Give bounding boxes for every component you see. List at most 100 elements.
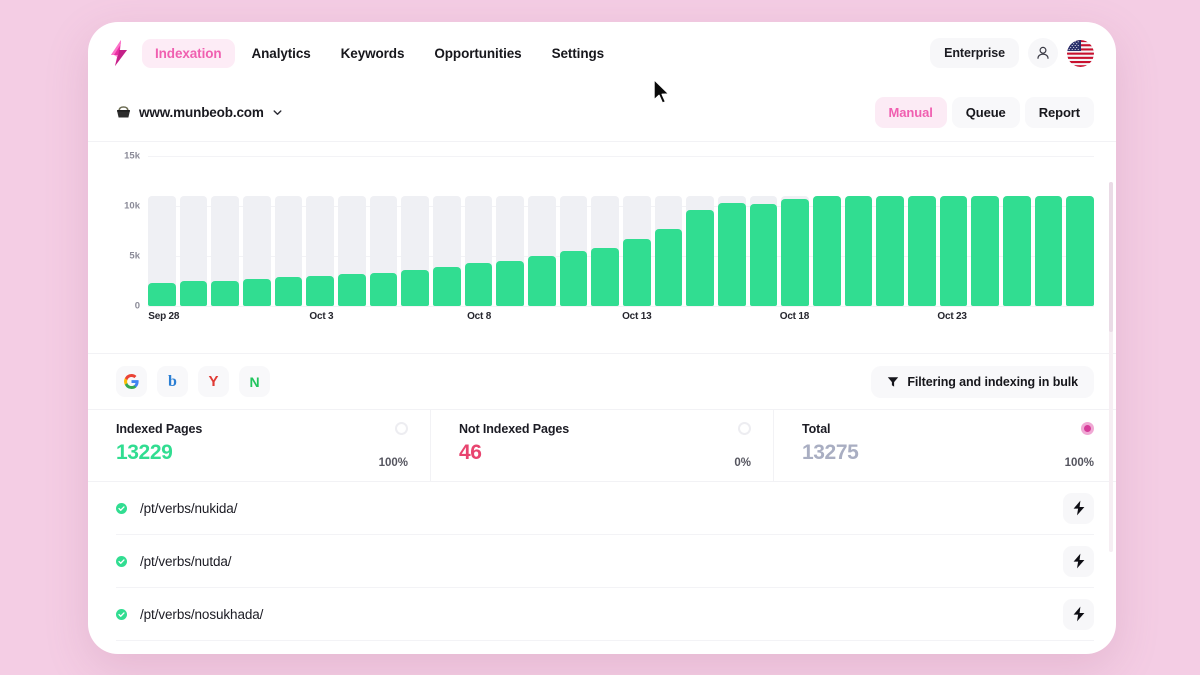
- stat-ring-indicator: [1081, 422, 1094, 435]
- chart-bar-indexed: [401, 270, 430, 306]
- engine-button-bing[interactable]: b: [157, 366, 188, 397]
- index-now-button[interactable]: [1063, 545, 1094, 577]
- view-button-manual[interactable]: Manual: [874, 97, 947, 128]
- chart-bar[interactable]: [686, 156, 715, 306]
- chart-gridline: [148, 306, 1094, 307]
- account-button[interactable]: [1028, 38, 1058, 68]
- table-row[interactable]: /pt/verbs/nosukhada/: [116, 588, 1094, 641]
- table-row[interactable]: /pt/verbs/nutda/: [116, 535, 1094, 588]
- chart-bar-indexed: [179, 281, 208, 306]
- chart-bar-indexed: [939, 196, 968, 306]
- chart-bar[interactable]: [306, 156, 335, 306]
- bulk-filter-button[interactable]: Filtering and indexing in bulk: [871, 365, 1094, 398]
- chart-bar[interactable]: [274, 156, 303, 306]
- scrollbar-thumb[interactable]: [1109, 182, 1113, 332]
- search-engine-filter-row: b Y N Filtering and indexing in bulk: [88, 354, 1116, 410]
- chart-bar[interactable]: [591, 156, 620, 306]
- nav-tab-opportunities[interactable]: Opportunities: [421, 39, 534, 68]
- stat-label: Not Indexed Pages: [459, 422, 570, 436]
- chart-bar-indexed: [718, 203, 746, 306]
- view-button-report[interactable]: Report: [1024, 97, 1094, 128]
- chart-bar[interactable]: [876, 156, 905, 306]
- nav-tab-indexation[interactable]: Indexation: [142, 38, 235, 68]
- index-now-button[interactable]: [1063, 598, 1094, 630]
- engine-button-yandex[interactable]: Y: [198, 366, 229, 397]
- chart-bar[interactable]: [1066, 156, 1095, 306]
- chart-bar-indexed: [971, 196, 1000, 306]
- chart-bar[interactable]: [908, 156, 936, 306]
- url-path-label: /pt/verbs/nukida/: [140, 500, 238, 516]
- chart-bar[interactable]: [179, 156, 208, 306]
- chart-x-tick: Sep 28: [148, 311, 180, 322]
- chart-bar[interactable]: [496, 156, 525, 306]
- chart-x-tick: Oct 13: [622, 311, 652, 322]
- chart-bars: [148, 156, 1095, 306]
- chart-bar[interactable]: [433, 156, 461, 306]
- bulk-filter-label: Filtering and indexing in bulk: [907, 374, 1078, 389]
- chart-bar[interactable]: [1003, 156, 1031, 306]
- lightning-bolt-logo-icon[interactable]: [106, 38, 132, 68]
- engine-button-naver[interactable]: N: [239, 366, 270, 397]
- view-mode-toggle: Manual Queue Report: [874, 97, 1094, 128]
- chart-bar-indexed: [1003, 196, 1031, 306]
- stat-percent: 100%: [1064, 457, 1094, 469]
- chart-bar[interactable]: [1034, 156, 1063, 306]
- primary-nav-links: Indexation Analytics Keywords Opportunit…: [142, 38, 617, 68]
- lightning-bolt-icon: [1073, 500, 1084, 516]
- stat-card-not-indexed-pages: Not Indexed Pages 46 0%: [431, 410, 774, 481]
- chart-bar[interactable]: [654, 156, 683, 306]
- us-flag-icon[interactable]: [1067, 39, 1094, 67]
- status-indexed-icon: [116, 502, 127, 514]
- view-button-queue[interactable]: Queue: [951, 97, 1020, 128]
- chart-bar[interactable]: [939, 156, 968, 306]
- chart-bar-indexed: [1034, 196, 1063, 306]
- nav-tab-keywords[interactable]: Keywords: [328, 39, 418, 68]
- chevron-down-icon: [272, 107, 283, 118]
- chart-bar[interactable]: [464, 156, 493, 306]
- chart-y-tick: 15k: [124, 150, 140, 162]
- chart-bar-indexed: [908, 196, 936, 306]
- chart-bar[interactable]: [243, 156, 271, 306]
- engine-button-google[interactable]: [116, 366, 147, 397]
- chart-bar[interactable]: [369, 156, 398, 306]
- nav-tab-settings[interactable]: Settings: [539, 39, 617, 68]
- stat-ring-indicator: [395, 422, 408, 435]
- chart-bar[interactable]: [211, 156, 240, 306]
- table-row[interactable]: /pt/verbs/nukida/: [116, 482, 1094, 535]
- chart-bar-indexed: [623, 239, 651, 306]
- chart-bar-indexed: [433, 266, 461, 306]
- chart-bar[interactable]: [401, 156, 430, 306]
- chart-bar[interactable]: [528, 156, 556, 306]
- chart-bar[interactable]: [559, 156, 588, 306]
- chart-bar[interactable]: [749, 156, 778, 306]
- chart-bar[interactable]: [844, 156, 873, 306]
- plan-badge[interactable]: Enterprise: [930, 38, 1019, 68]
- chart-bar[interactable]: [623, 156, 651, 306]
- stat-card-indexed-pages: Indexed Pages 13229 100%: [88, 410, 431, 481]
- naver-icon: N: [249, 373, 260, 390]
- chart-y-tick: 10k: [124, 200, 140, 212]
- chart-bar-indexed: [496, 260, 525, 306]
- chart-y-tick: 5k: [129, 250, 140, 262]
- top-navigation-bar: Indexation Analytics Keywords Opportunit…: [88, 22, 1116, 84]
- domain-selector[interactable]: www.munbeob.com: [116, 105, 283, 120]
- chart-bar[interactable]: [971, 156, 1000, 306]
- chart-bar-indexed: [559, 251, 588, 306]
- url-path-label: /pt/verbs/nutda/: [140, 553, 232, 569]
- chart-bar-indexed: [369, 273, 398, 306]
- chart-bar[interactable]: [813, 156, 841, 306]
- index-now-button[interactable]: [1063, 492, 1094, 524]
- chart-bar[interactable]: [338, 156, 366, 306]
- chart-bar[interactable]: [148, 156, 176, 306]
- chart-bar[interactable]: [781, 156, 810, 306]
- chart-bar-indexed: [211, 280, 240, 306]
- chart-bar-indexed: [686, 210, 715, 306]
- indexed-url-list: /pt/verbs/nukida/ /pt/verbs/nutda/ /pt/v…: [88, 482, 1116, 641]
- chart-y-axis: 0 5k 10k 15k: [116, 151, 146, 312]
- nav-tab-analytics[interactable]: Analytics: [239, 39, 324, 68]
- chart-bar[interactable]: [718, 156, 746, 306]
- vertical-scrollbar[interactable]: [1109, 182, 1113, 552]
- site-favicon-icon: [116, 106, 131, 119]
- status-indexed-icon: [116, 608, 127, 620]
- nav-right-cluster: Enterprise: [930, 38, 1094, 68]
